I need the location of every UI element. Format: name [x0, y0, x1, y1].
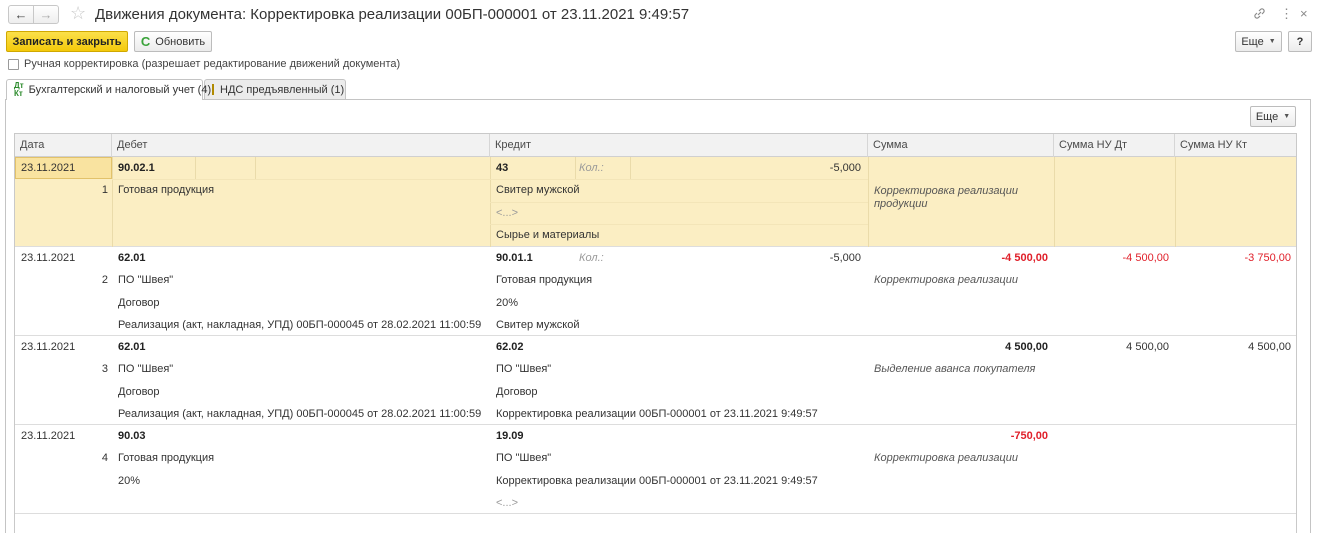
debit-account: 62.01: [118, 341, 146, 353]
sum-value: -750,00: [1010, 430, 1048, 442]
back-arrow-icon[interactable]: ←: [8, 5, 34, 24]
credit-account: 43: [496, 162, 509, 174]
window-title: Движения документа: Корректировка реализ…: [95, 6, 690, 23]
debit-credit-icon: Дт Кт: [14, 81, 24, 98]
close-icon[interactable]: ×: [1300, 7, 1308, 20]
refresh-button[interactable]: C Обновить: [134, 31, 212, 52]
credit-subconto: <...>: [496, 207, 519, 219]
column-debit[interactable]: Дебет: [112, 134, 490, 157]
refresh-label: Обновить: [155, 35, 206, 48]
credit-subconto: ПО "Швея": [496, 363, 552, 375]
row-date: 23.11.2021: [21, 162, 76, 174]
row-number: 2: [101, 274, 108, 286]
chevron-down-icon: ▼: [1268, 38, 1276, 45]
credit-subconto: Свитер мужской: [496, 184, 580, 196]
debit-subconto: Реализация (акт, накладная, УПД) 00БП-00…: [118, 319, 482, 331]
sum-description: Выделение аванса покупателя: [874, 363, 1036, 375]
sum-value: -4 500,00: [1001, 252, 1048, 264]
credit-subconto: ПО "Швея": [496, 452, 552, 464]
sum-description: Корректировка реализации: [874, 452, 1018, 464]
table-row[interactable]: 23.11.2021 90.02.1 1 Готовая продукция 4…: [15, 157, 1296, 247]
credit-subconto: <...>: [496, 497, 519, 509]
document-icon: [212, 84, 214, 95]
favorite-star-icon[interactable]: ☆: [70, 4, 86, 22]
window-header: ← → ☆ Движения документа: Корректировка …: [0, 0, 1340, 30]
more-button[interactable]: Еще ▼: [1235, 31, 1282, 52]
column-sum-nu-kt[interactable]: Сумма НУ Кт: [1175, 134, 1296, 157]
chevron-down-icon: ▼: [1283, 113, 1291, 120]
debit-subconto: ПО "Швея": [118, 274, 174, 286]
row-number: 3: [101, 363, 108, 375]
row-number: 4: [101, 452, 108, 464]
debit-subconto: Готовая продукция: [118, 184, 215, 196]
debit-subconto: ПО "Швея": [118, 363, 174, 375]
movements-table[interactable]: Дата Дебет Кредит Сумма Сумма НУ Дт Сумм…: [14, 133, 1297, 533]
credit-subconto: Договор: [496, 386, 538, 398]
row-date: 23.11.2021: [21, 341, 76, 353]
table-header: Дата Дебет Кредит Сумма Сумма НУ Дт Сумм…: [15, 134, 1296, 157]
table-more-label: Еще: [1255, 110, 1279, 123]
table-row[interactable]: 23.11.2021 62.01 2 ПО "Швея" Договор Реа…: [15, 247, 1296, 336]
debit-account: 90.03: [118, 430, 146, 442]
credit-subconto: Корректировка реализации 00БП-000001 от …: [496, 408, 818, 420]
credit-subconto: Готовая продукция: [496, 274, 593, 286]
credit-account: 19.09: [496, 430, 524, 442]
refresh-icon: C: [140, 34, 151, 49]
column-sum-nu-dt[interactable]: Сумма НУ Дт: [1054, 134, 1175, 157]
credit-subconto: Сырье и материалы: [496, 229, 600, 241]
credit-qty: -5,000: [829, 252, 861, 264]
table-more-button[interactable]: Еще ▼: [1250, 106, 1296, 127]
debit-subconto: 20%: [118, 475, 141, 487]
sum-description: Корректировка реализации: [874, 274, 1018, 286]
credit-qty-label: Кол.:: [579, 162, 604, 174]
manual-edit-label[interactable]: Ручная корректировка (разрешает редактир…: [24, 58, 400, 70]
sum-nu-kt: 4 500,00: [1248, 341, 1291, 353]
forward-arrow-icon[interactable]: →: [33, 5, 59, 24]
sum-nu-kt: -3 750,00: [1244, 252, 1291, 264]
credit-subconto: Корректировка реализации 00БП-000001 от …: [496, 475, 818, 487]
column-credit[interactable]: Кредит: [490, 134, 868, 157]
sum-nu-dt: -4 500,00: [1122, 252, 1169, 264]
column-date[interactable]: Дата: [15, 134, 112, 157]
sum-value: 4 500,00: [1005, 341, 1048, 353]
sum-description: Корректировка реализации продукции: [874, 185, 1018, 210]
manual-edit-checkbox[interactable]: [8, 58, 19, 70]
debit-account: 62.01: [118, 252, 146, 264]
credit-account: 62.02: [496, 341, 524, 353]
row-date: 23.11.2021: [21, 252, 76, 264]
column-sum[interactable]: Сумма: [868, 134, 1054, 157]
table-row[interactable]: 23.11.2021 62.01 3 ПО "Швея" Договор Реа…: [15, 336, 1296, 425]
debit-subconto: Договор: [118, 297, 160, 309]
more-vertical-icon[interactable]: ⋮: [1280, 7, 1293, 20]
tab-vat-label: НДС предъявленный (1): [220, 83, 345, 96]
link-icon[interactable]: [1253, 7, 1266, 22]
credit-subconto: Свитер мужской: [496, 319, 580, 331]
manual-edit-row: Ручная корректировка (разрешает редактир…: [8, 58, 400, 70]
sum-nu-dt: 4 500,00: [1126, 341, 1169, 353]
debit-subconto: Договор: [118, 386, 160, 398]
more-label: Еще: [1241, 35, 1264, 48]
table-row[interactable]: 23.11.2021 90.03 4 Готовая продукция 20%…: [15, 425, 1296, 514]
tab-accounting-label: Бухгалтерский и налоговый учет (4): [28, 84, 212, 96]
save-and-close-button[interactable]: Записать и закрыть: [6, 31, 128, 52]
tab-accounting[interactable]: Дт Кт Бухгалтерский и налоговый учет (4): [6, 79, 211, 100]
credit-account: 90.01.1: [496, 252, 533, 264]
row-number: 1: [101, 184, 108, 196]
credit-subconto: 20%: [496, 297, 519, 309]
credit-qty: -5,000: [829, 162, 861, 174]
tab-vat[interactable]: НДС предъявленный (1): [204, 79, 346, 99]
debit-subconto: Реализация (акт, накладная, УПД) 00БП-00…: [118, 408, 482, 420]
help-button[interactable]: ?: [1288, 31, 1312, 52]
debit-subconto: Готовая продукция: [118, 452, 215, 464]
debit-account: 90.02.1: [118, 162, 155, 174]
row-date: 23.11.2021: [21, 430, 76, 442]
credit-qty-label: Кол.:: [579, 252, 604, 264]
